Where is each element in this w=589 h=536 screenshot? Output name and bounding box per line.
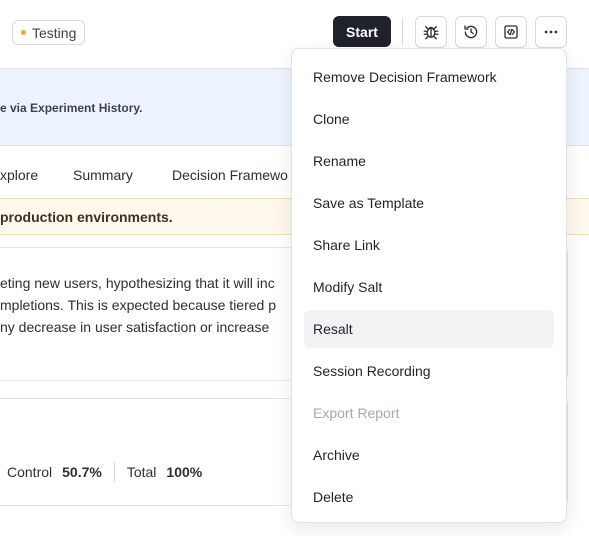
control-value: 50.7% bbox=[62, 464, 102, 480]
menu-item-modify-salt[interactable]: Modify Salt bbox=[304, 268, 554, 306]
menu-item-remove-decision-framework[interactable]: Remove Decision Framework bbox=[304, 58, 554, 96]
total-value: 100% bbox=[166, 464, 203, 480]
traffic-split-row: Control 50.7% Total 100% bbox=[0, 462, 202, 482]
menu-item-resalt[interactable]: Resalt bbox=[304, 310, 554, 348]
status-badge[interactable]: Testing bbox=[12, 20, 86, 45]
status-label: Testing bbox=[32, 24, 77, 41]
tab-decision-framework[interactable]: Decision Framewo bbox=[172, 167, 288, 183]
history-button[interactable] bbox=[455, 16, 487, 48]
total-label: Total bbox=[126, 464, 157, 480]
more-options-button[interactable] bbox=[535, 16, 567, 48]
menu-item-clone[interactable]: Clone bbox=[304, 100, 554, 138]
tab-explore[interactable]: xplore bbox=[0, 167, 38, 183]
traffic-divider bbox=[113, 462, 115, 482]
menu-item-archive[interactable]: Archive bbox=[304, 436, 554, 474]
start-button[interactable]: Start bbox=[333, 16, 391, 47]
status-dot-icon bbox=[21, 30, 26, 35]
more-icon bbox=[544, 30, 558, 34]
hypothesis-line-2: mpletions. This is expected because tier… bbox=[0, 297, 277, 313]
menu-item-export-report: Export Report bbox=[313, 405, 400, 421]
menu-item-rename[interactable]: Rename bbox=[304, 142, 554, 180]
tab-summary[interactable]: Summary bbox=[73, 167, 133, 183]
menu-item-save-as-template[interactable]: Save as Template bbox=[304, 184, 554, 222]
embed-code-button[interactable] bbox=[495, 16, 527, 48]
debug-button[interactable] bbox=[415, 16, 447, 48]
hypothesis-line-3: ny decrease in user satisfaction or incr… bbox=[0, 319, 270, 335]
code-icon bbox=[504, 25, 518, 39]
menu-item-session-recording[interactable]: Session Recording bbox=[304, 352, 554, 390]
bug-icon bbox=[423, 26, 439, 40]
control-label: Control bbox=[7, 464, 53, 480]
history-icon bbox=[464, 25, 478, 39]
menu-item-share-link[interactable]: Share Link bbox=[304, 226, 554, 264]
warning-banner-text: production environments. bbox=[0, 209, 173, 225]
toolbar-divider bbox=[402, 18, 403, 46]
info-banner-text: e via Experiment History. bbox=[0, 101, 143, 115]
hypothesis-line-1: eting new users, hypothesizing that it w… bbox=[0, 275, 275, 291]
more-options-menu: Remove Decision Framework Clone Rename S… bbox=[291, 48, 567, 523]
menu-item-delete[interactable]: Delete bbox=[304, 478, 554, 516]
